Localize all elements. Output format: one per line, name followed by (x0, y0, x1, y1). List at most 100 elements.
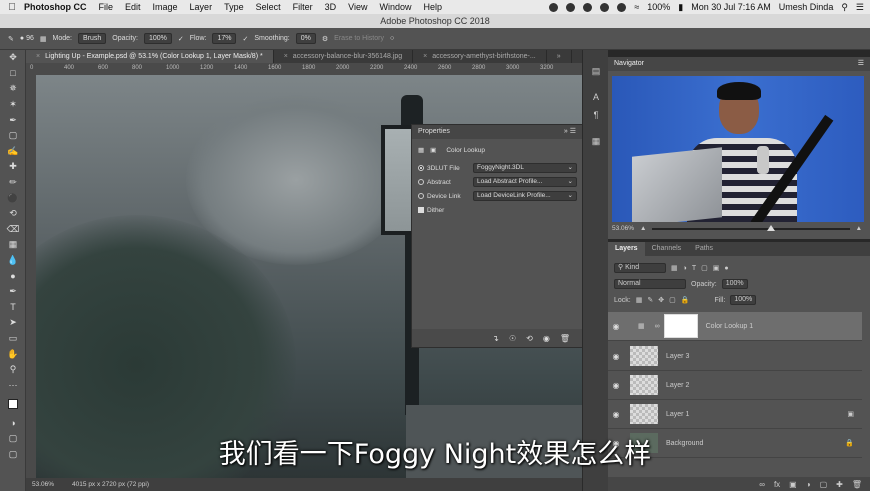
user-name[interactable]: Umesh Dinda (779, 2, 834, 12)
character-icon[interactable]: A (583, 88, 609, 106)
link-icon[interactable]: ∞ (655, 323, 660, 330)
layer-name[interactable]: Layer 3 (666, 353, 689, 360)
filter-shape-icon[interactable]: ▢ (701, 264, 708, 272)
tray-icon[interactable] (600, 2, 610, 12)
device-link-select[interactable]: Load DeviceLink Profile... ⌄ (473, 191, 577, 201)
healing-tool-icon[interactable]: ✚ (0, 159, 26, 175)
lasso-tool-icon[interactable]: ✵ (0, 81, 26, 97)
tab-layers[interactable]: Layers (608, 242, 645, 256)
tray-icon[interactable] (566, 2, 576, 12)
close-icon[interactable]: × (423, 53, 427, 60)
battery-icon[interactable]: ▮ (678, 2, 683, 13)
eraser-tool-icon[interactable]: ⌫ (0, 222, 26, 238)
abstract-select[interactable]: Load Abstract Profile... ⌄ (473, 177, 577, 187)
adjustment-icon[interactable]: ▦ (418, 146, 424, 154)
zoom-slider-knob[interactable] (766, 224, 775, 231)
layer-fill-field[interactable]: 100% (730, 295, 757, 305)
layer-name[interactable]: Layer 2 (666, 382, 689, 389)
layer-opacity-field[interactable]: 100% (721, 279, 748, 289)
layer-color-lookup-1[interactable]: ◉ ▦ ∞ Color Lookup 1 (608, 312, 862, 341)
filter-pixel-icon[interactable]: ▦ (671, 264, 678, 272)
zoom-in-icon[interactable]: ▲ (856, 225, 862, 232)
pressure-size-icon[interactable]: ○ (390, 35, 394, 42)
add-mask-icon[interactable]: ▣ (789, 480, 797, 489)
gradient-tool-icon[interactable]: ▦ (0, 237, 26, 253)
hand-tool-icon[interactable]: ✋ (0, 346, 26, 362)
more-tools-icon[interactable]: ⋯ (0, 377, 26, 393)
link-layers-icon[interactable]: ∞ (759, 480, 765, 489)
color-swatches[interactable] (0, 393, 26, 415)
marquee-tool-icon[interactable]: □ (0, 66, 26, 82)
lut-file-row[interactable]: 3DLUT File FoggyNight.3DL ⌄ (412, 161, 582, 175)
layer-2[interactable]: ◉ Layer 2 (608, 371, 862, 400)
smoothing-field[interactable]: 0% (295, 33, 316, 44)
lock-position-icon[interactable]: ✥ (658, 296, 664, 304)
clone-stamp-tool-icon[interactable]: ⚫ (0, 190, 26, 206)
filter-kind-select[interactable]: ⚲ Kind (614, 263, 666, 273)
close-icon[interactable]: × (36, 53, 40, 60)
menu-icon[interactable]: ☰ (856, 2, 864, 13)
tray-icon[interactable] (583, 2, 593, 12)
layer-style-icon[interactable]: fx (774, 480, 780, 489)
history-icon[interactable]: ▤ (583, 62, 609, 80)
airbrush-icon[interactable]: ✓ (242, 35, 248, 43)
brush-preset-picker[interactable]: ● 96 (20, 35, 34, 42)
eraser-icon[interactable]: ✎ (8, 35, 14, 43)
erase-to-history-checkbox[interactable]: Erase to History (334, 35, 384, 42)
new-layer-icon[interactable]: ✚ (836, 480, 843, 489)
dodge-tool-icon[interactable]: ● (0, 268, 26, 284)
dither-row[interactable]: Dither (412, 203, 582, 217)
pressure-opacity-icon[interactable]: ✓ (178, 35, 184, 43)
tab-channels[interactable]: Channels (645, 242, 689, 256)
filter-toggle-icon[interactable]: ● (724, 265, 728, 272)
new-group-icon[interactable]: ▢ (820, 480, 828, 489)
tab-paths[interactable]: Paths (688, 242, 720, 256)
panel-menu-icon[interactable]: » ☰ (564, 125, 576, 139)
mask-icon[interactable]: ▣ (430, 146, 436, 154)
abstract-radio[interactable] (418, 179, 424, 185)
history-brush-tool-icon[interactable]: ⟲ (0, 206, 26, 222)
panel-menu-icon[interactable]: ☰ (858, 57, 864, 71)
gear-icon[interactable]: ⚙ (322, 35, 328, 43)
layer-mask-thumbnail[interactable] (663, 314, 698, 338)
tab-accessory-balance[interactable]: × accessory-balance-blur-356148.jpg (274, 50, 414, 63)
new-adjustment-icon[interactable]: ◑ (806, 480, 811, 489)
flow-field[interactable]: 17% (212, 33, 237, 44)
device-link-radio[interactable] (418, 193, 424, 199)
brush-panel-icon[interactable]: ▦ (40, 35, 47, 43)
eye-icon[interactable]: ◉ (608, 322, 624, 331)
tab-accessory-amethyst[interactable]: × accessory-amethyst-birthstone-... (413, 50, 547, 63)
frame-tool-icon[interactable]: ▢ (0, 128, 26, 144)
eyedropper-tool-icon[interactable]: ✍ (0, 144, 26, 160)
clip-to-layer-icon[interactable]: ↴ (492, 334, 499, 343)
filter-adjustment-icon[interactable]: ◑ (683, 265, 687, 272)
path-select-tool-icon[interactable]: ➤ (0, 315, 26, 331)
type-tool-icon[interactable]: T (0, 300, 26, 316)
menu-file[interactable]: File (99, 2, 114, 12)
search-icon[interactable]: ⚲ (841, 2, 848, 13)
properties-icon[interactable]: ▦ (583, 132, 609, 150)
zoom-slider[interactable] (652, 224, 850, 231)
trash-icon[interactable]: 🗑 (560, 334, 570, 343)
lock-transparent-icon[interactable]: ▦ (636, 296, 643, 304)
zoom-out-icon[interactable]: ▲ (640, 225, 646, 232)
zoom-tool-icon[interactable]: ⚲ (0, 362, 26, 378)
abstract-row[interactable]: Abstract Load Abstract Profile... ⌄ (412, 175, 582, 189)
mode-select[interactable]: Brush (77, 33, 107, 44)
layer-name[interactable]: Layer 1 (666, 411, 689, 418)
menu-image[interactable]: Image (153, 2, 178, 12)
trash-icon[interactable]: 🗑 (852, 480, 862, 489)
filter-type-icon[interactable]: T (692, 265, 696, 272)
lock-pixels-icon[interactable]: ✎ (647, 296, 653, 304)
eye-icon[interactable]: ◉ (608, 381, 624, 390)
clock[interactable]: Mon 30 Jul 7:16 AM (691, 2, 771, 12)
status-doc-info[interactable]: 4015 px x 2720 px (72 ppi) (72, 481, 149, 488)
layer-name[interactable]: Color Lookup 1 (706, 323, 753, 330)
eye-icon[interactable]: ◉ (608, 352, 624, 361)
lock-artboard-icon[interactable]: ▢ (669, 296, 676, 304)
layer-1[interactable]: ◉ Layer 1 ▣ (608, 400, 862, 429)
blend-mode-select[interactable]: Normal (614, 279, 686, 289)
reset-icon[interactable]: ⟲ (526, 334, 533, 343)
filter-smart-icon[interactable]: ▣ (713, 264, 720, 272)
shape-tool-icon[interactable]: ▭ (0, 331, 26, 347)
